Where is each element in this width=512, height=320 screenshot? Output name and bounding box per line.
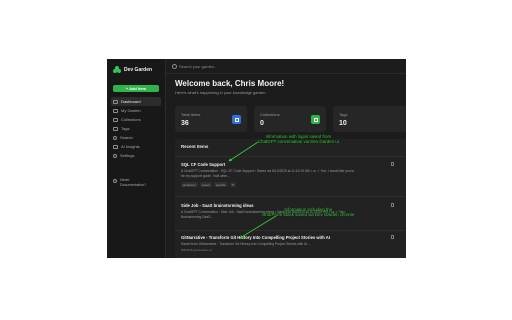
gear-icon (113, 153, 117, 158)
item-description: Saved from GitNarrative - Transform Git … (181, 242, 310, 246)
item-description-2: be my support guide. I will write... (181, 174, 230, 178)
search-input[interactable] (179, 62, 309, 70)
sidebar-item-label: AI Insights (121, 144, 140, 149)
sidebar-item-label: Collections (121, 117, 141, 122)
tag[interactable]: speed (199, 182, 212, 187)
sidebar-item-settings[interactable]: Settings (111, 151, 161, 160)
stat-value: 36 (181, 120, 189, 127)
app-window: Dev Garden + Add Item Dashboard My Garde… (107, 59, 406, 258)
app-logo[interactable]: Dev Garden (113, 66, 152, 74)
sidebar-item-label: Settings (120, 153, 135, 158)
stat-label: Tags (339, 112, 348, 117)
dashboard-main: Welcome back, Chris Moore! Here's what's… (165, 73, 406, 258)
sidebar: Dev Garden + Add Item Dashboard My Garde… (107, 59, 166, 258)
stat-card-tags[interactable]: Tags 10 (333, 106, 406, 132)
tag[interactable]: Tt (229, 182, 237, 187)
folder-icon (311, 115, 320, 124)
search-icon (113, 135, 117, 140)
tag-list: javascript speed sparkle Tt (181, 182, 237, 187)
stat-label: Total Items (181, 112, 201, 117)
item-title: Side Job - SaaS brainstorming ideas (181, 203, 254, 208)
item-title: GitNarrative - Transform Git History Int… (181, 235, 330, 240)
sidebar-item-label: Tags (121, 126, 130, 131)
list-item[interactable]: Side Job - SaaS brainstorming ideas A Ch… (175, 196, 406, 230)
stat-card-collections[interactable]: Collections 0 (254, 106, 326, 132)
external-link-icon[interactable] (390, 235, 394, 239)
user-line-2: Documentation? (120, 182, 147, 187)
list-item[interactable]: SQL CF Code Support A ChatGPT Conversati… (175, 156, 406, 196)
leaf-logo-icon (113, 66, 121, 74)
recent-items-panel: Recent Items SQL CF Code Support A ChatG… (175, 139, 406, 258)
tag[interactable]: javascript (181, 182, 198, 187)
sidebar-item-dashboard[interactable]: Dashboard (111, 97, 161, 106)
folder-icon (113, 117, 118, 122)
sparkle-icon (113, 144, 118, 149)
add-item-button[interactable]: + Add Item (113, 85, 159, 92)
external-link-icon[interactable] (390, 203, 394, 207)
sidebar-item-my-garden[interactable]: My Garden (111, 106, 161, 115)
home-icon (113, 99, 118, 104)
sidebar-item-tags[interactable]: Tags (111, 124, 161, 133)
stat-card-total-items[interactable]: Total Items 36 (175, 106, 247, 132)
document-icon (232, 115, 241, 124)
external-link-icon[interactable] (390, 162, 394, 166)
app-name: Dev Garden (124, 67, 153, 73)
user-avatar-icon (113, 179, 117, 183)
stat-label: Collections (260, 112, 280, 117)
user-menu[interactable]: Never Documentation? (113, 178, 146, 187)
top-bar (165, 59, 406, 74)
list-item[interactable]: GitNarrative - Transform Git History Int… (175, 230, 406, 258)
item-title: SQL CF Code Support (181, 162, 226, 167)
page-title: Welcome back, Chris Moore! (175, 79, 285, 88)
sidebar-item-label: Dashboard (121, 99, 141, 104)
sidebar-item-label: My Garden (121, 108, 141, 113)
recent-items-heading: Recent Items (181, 144, 209, 149)
search-icon (172, 64, 177, 69)
grid-icon (113, 108, 118, 113)
item-description: A ChatGPT Conversation : Side Job - SaaS… (181, 210, 346, 214)
tag-icon (113, 126, 118, 131)
item-meta: 8/8/2025 gitnarrative.ai (181, 248, 212, 252)
sidebar-item-collections[interactable]: Collections (111, 115, 161, 124)
sidebar-item-label: Search (120, 135, 133, 140)
item-description: A ChatGPT Conversation : SQL CF Code Sup… (181, 169, 355, 173)
sidebar-nav: Dashboard My Garden Collections Tags Sea… (111, 97, 161, 160)
tag[interactable]: sparkle (213, 182, 228, 187)
item-description-2: Brainstorming SaaS... (181, 215, 214, 219)
stat-value: 0 (260, 120, 264, 127)
sidebar-item-ai-insights[interactable]: AI Insights (111, 142, 161, 151)
stat-value: 10 (339, 120, 347, 127)
sidebar-item-search[interactable]: Search (111, 133, 161, 142)
page-subtitle: Here's what's happening in your knowledg… (175, 90, 266, 95)
